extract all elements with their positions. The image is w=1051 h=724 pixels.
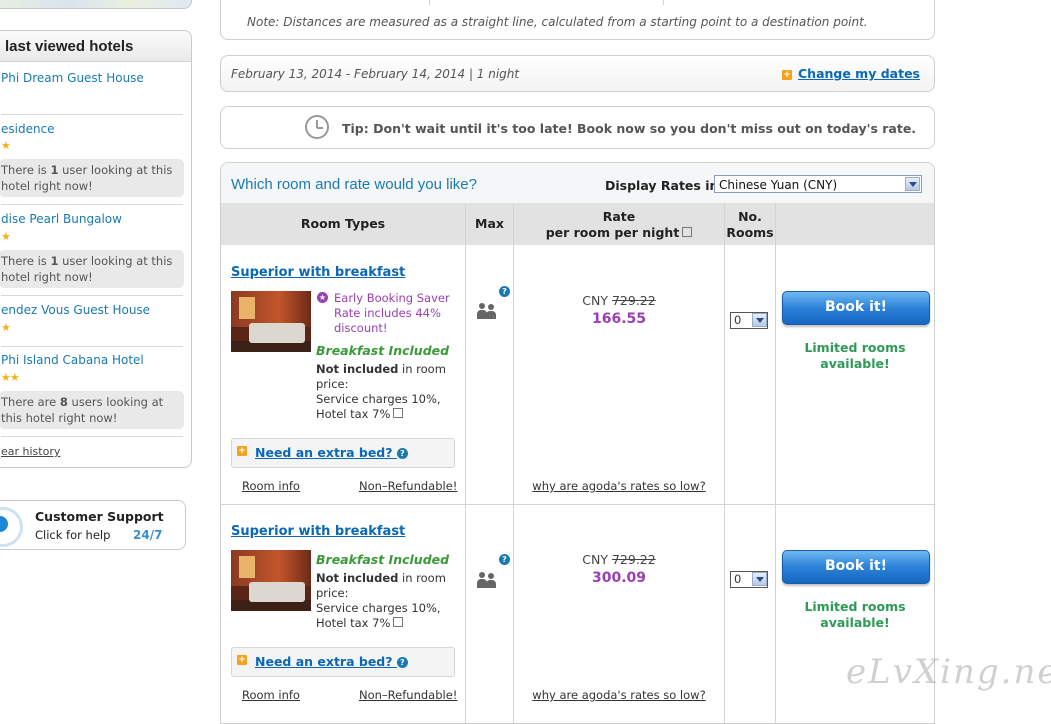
users-looking-notice: There is 1 user looking at this hotel ri…: [0, 250, 184, 288]
divider: [1, 436, 183, 437]
breakfast-included: Breakfast Included: [316, 343, 450, 358]
price-exclusions: Not included in room price: Service char…: [316, 571, 446, 630]
breakfast-included: Breakfast Included: [316, 552, 450, 567]
room-table-header-bar: Which room and rate would you like? Disp…: [221, 163, 934, 203]
divider: [1, 295, 183, 296]
room-type-link[interactable]: Superior with breakfast: [231, 524, 405, 539]
help-icon[interactable]: ?: [499, 554, 510, 565]
users-looking-notice: There is 1 user looking at this hotel ri…: [0, 159, 184, 197]
discounted-price: 166.55: [591, 311, 647, 327]
popup-icon[interactable]: [393, 408, 404, 418]
original-price: CNY 729.22: [582, 552, 656, 567]
header-rate: Rate per room per night: [514, 203, 724, 245]
discounted-price: 300.09: [591, 570, 647, 586]
price-exclusions: Not included in room price: Service char…: [316, 362, 446, 421]
plus-icon: +: [237, 655, 247, 665]
max-occupancy-icon: [477, 572, 501, 588]
room-rates-table: Which room and rate would you like? Disp…: [220, 162, 935, 724]
column-divider: [465, 203, 466, 723]
popup-icon[interactable]: [393, 617, 404, 627]
book-button[interactable]: Book it!: [782, 550, 930, 584]
why-rates-low-link[interactable]: why are agoda's rates so low?: [514, 688, 724, 702]
column-divider: [513, 203, 514, 723]
recent-hotel-link[interactable]: Phi Island Cabana Hotel: [1, 353, 144, 367]
distance-note-box: Note: Distances are measured as a straig…: [220, 0, 935, 40]
support-icon: [0, 507, 23, 547]
support-title: Customer Support: [35, 509, 164, 524]
users-looking-notice: There are 8 users looking at this hotel …: [0, 391, 184, 429]
map-thumbnail[interactable]: [0, 0, 192, 9]
original-price: CNY 729.22: [582, 293, 656, 308]
star-rating: ★: [1, 321, 11, 334]
panel-header: last viewed hotels: [0, 31, 191, 62]
room-photo[interactable]: [231, 550, 311, 611]
promo-text: Early Booking Saver Rate includes 44% di…: [334, 291, 450, 335]
why-rates-low-link[interactable]: why are agoda's rates so low?: [514, 479, 724, 493]
help-icon[interactable]: ?: [499, 286, 510, 297]
non-refundable-link[interactable]: Non–Refundable!: [359, 688, 457, 702]
panel-title: last viewed hotels: [5, 38, 134, 55]
limited-rooms-notice: Limited rooms available!: [804, 340, 906, 371]
currency-select[interactable]: Chinese Yuan (CNY): [714, 175, 922, 193]
star-rating: ★: [1, 230, 11, 243]
room-quantity-select[interactable]: 0: [730, 571, 768, 588]
limited-rooms-notice: Limited rooms available!: [804, 599, 906, 630]
extra-bed-box: + Need an extra bed? ?: [231, 438, 455, 468]
column-divider: [775, 203, 776, 723]
header-no-rooms: No. Rooms: [726, 209, 774, 240]
recent-hotel-link[interactable]: esidence: [1, 122, 55, 136]
stay-dates: February 13, 2014 - February 14, 2014 | …: [231, 67, 520, 81]
watermark: eLvXing.net: [846, 652, 1051, 692]
chevron-down-icon: [752, 313, 767, 327]
support-subtitle: Click for help: [35, 528, 111, 542]
star-rating: ★: [1, 139, 11, 152]
stay-dates-bar: February 13, 2014 - February 14, 2014 | …: [220, 55, 935, 92]
help-icon[interactable]: ?: [396, 657, 408, 668]
star-rating: ★★: [1, 371, 20, 384]
chevron-down-icon: [752, 572, 767, 586]
room-quantity-select[interactable]: 0: [730, 312, 768, 329]
extra-bed-box: + Need an extra bed? ?: [231, 647, 455, 677]
divider: [429, 0, 430, 5]
support-hours: 24/7: [133, 528, 163, 542]
extra-bed-link[interactable]: Need an extra bed? ?: [255, 654, 408, 669]
book-button[interactable]: Book it!: [782, 291, 930, 325]
recent-hotel-link[interactable]: endez Vous Guest House: [1, 303, 150, 317]
max-occupancy-icon: [477, 303, 501, 319]
distance-note: Note: Distances are measured as a straig…: [247, 15, 868, 29]
room-info-link[interactable]: Room info: [242, 688, 300, 702]
row-divider: [221, 504, 934, 505]
non-refundable-link[interactable]: Non–Refundable!: [359, 479, 457, 493]
tip-text: Tip: Don't wait until it's too late! Boo…: [342, 121, 917, 136]
popup-icon[interactable]: [682, 227, 693, 237]
extra-bed-link[interactable]: Need an extra bed? ?: [255, 445, 408, 460]
display-rates-label: Display Rates in:: [605, 178, 724, 193]
column-headers: Room Types Max Rate per room per night N…: [221, 203, 934, 245]
last-viewed-hotels-panel: last viewed hotels Phi Dream Guest House…: [0, 30, 192, 468]
divider: [1, 114, 183, 115]
tip-box: Tip: Don't wait until it's too late! Boo…: [220, 106, 935, 149]
divider: [663, 0, 664, 5]
chevron-down-icon: [905, 177, 920, 191]
help-icon[interactable]: ?: [396, 448, 408, 459]
room-type-link[interactable]: Superior with breakfast: [231, 265, 405, 280]
clear-history-link[interactable]: ear history: [1, 445, 60, 458]
plus-icon: +: [782, 70, 792, 80]
recent-hotel-link[interactable]: Phi Dream Guest House: [1, 71, 144, 85]
divider: [1, 346, 183, 347]
header-room-types: Room Types: [300, 216, 386, 231]
header-max: Max: [475, 216, 504, 231]
change-dates-link[interactable]: + Change my dates: [782, 66, 920, 81]
customer-support-button[interactable]: Customer Support Click for help 24/7: [0, 500, 186, 550]
promo-star-icon: ★: [317, 292, 328, 303]
room-photo[interactable]: [231, 291, 311, 352]
column-divider: [724, 203, 725, 723]
clock-icon: [305, 115, 329, 139]
plus-icon: +: [237, 446, 247, 456]
recent-hotel-link[interactable]: dise Pearl Bungalow: [1, 212, 122, 226]
divider: [1, 204, 183, 205]
room-table-title: Which room and rate would you like?: [231, 176, 477, 193]
room-info-link[interactable]: Room info: [242, 479, 300, 493]
